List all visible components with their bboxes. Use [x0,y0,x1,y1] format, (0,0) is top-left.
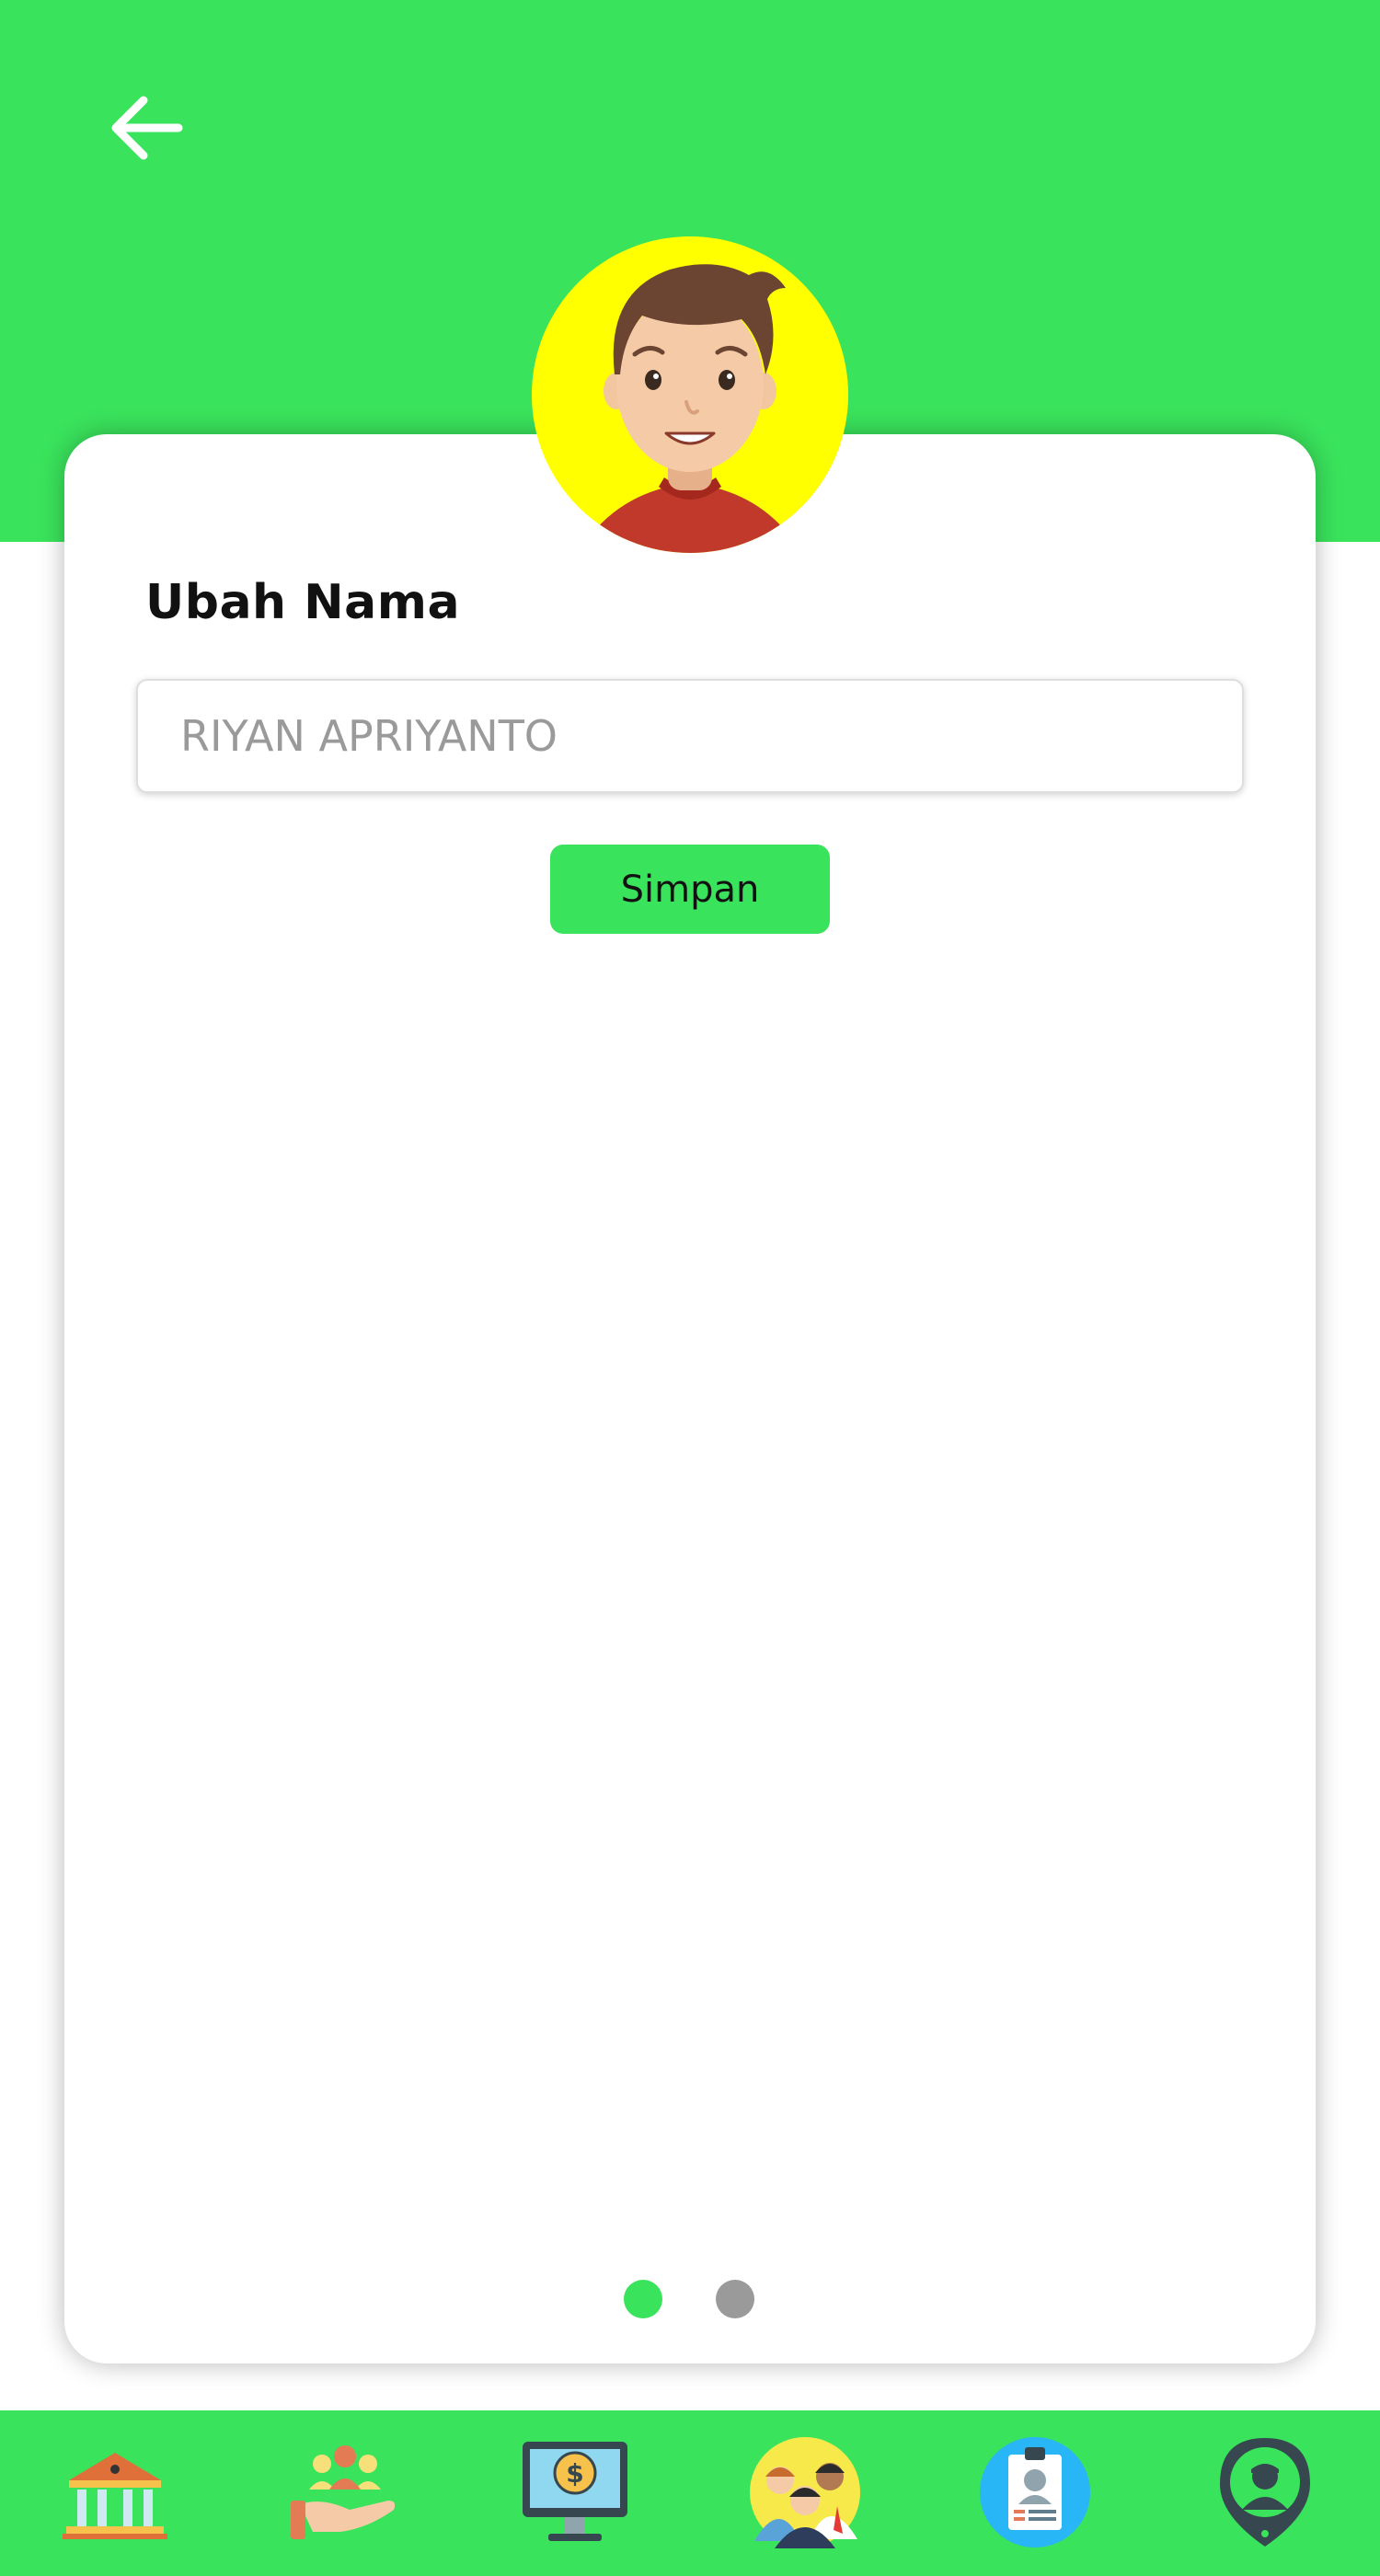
group-people-icon [750,2437,860,2548]
nav-item-bank[interactable] [55,2432,175,2552]
nav-item-finance[interactable]: $ [515,2432,635,2552]
pager-dot-1[interactable] [624,2280,662,2318]
monitor-dollar-icon: $ [523,2442,627,2541]
hand-giving-people-icon [291,2445,396,2539]
bottom-nav: $ [0,2410,1380,2576]
save-button[interactable]: Simpan [550,845,830,934]
page-title: Ubah Nama [145,575,461,630]
arrow-left-icon [111,96,183,160]
location-person-pin-icon [1220,2438,1310,2547]
avatar [532,236,848,553]
pager-dot-2[interactable] [716,2280,754,2318]
user-avatar-icon [532,236,848,553]
nav-item-location[interactable] [1205,2432,1325,2552]
nav-item-id-card[interactable] [975,2432,1095,2552]
nav-item-people-care[interactable] [285,2432,405,2552]
back-button[interactable] [99,86,191,169]
bank-building-icon [63,2453,167,2539]
svg-text:$: $ [566,2458,583,2489]
id-card-clipboard-icon [980,2437,1090,2547]
nav-item-group[interactable] [745,2432,865,2552]
name-input[interactable] [136,679,1244,793]
